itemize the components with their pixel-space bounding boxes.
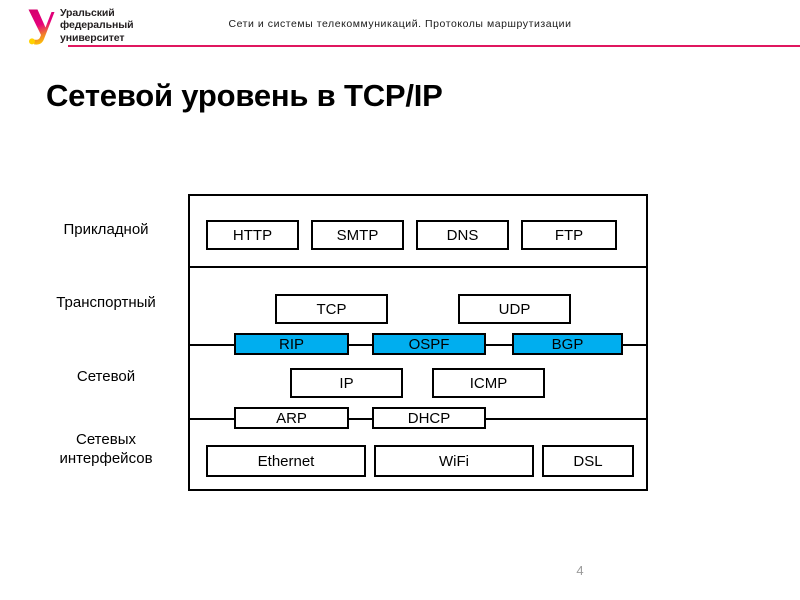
protocol-box-arp[interactable]: ARP xyxy=(234,407,349,429)
layer-label-network: Сетевой xyxy=(76,368,136,385)
protocol-box-wifi[interactable]: WiFi xyxy=(374,445,534,477)
protocol-box-smtp[interactable]: SMTP xyxy=(311,220,404,250)
divider-application-transport xyxy=(190,266,646,268)
protocol-box-http[interactable]: HTTP xyxy=(206,220,299,250)
protocol-box-bgp[interactable]: BGP xyxy=(512,333,623,355)
course-header-title: Сети и системы телекоммуникаций. Протоко… xyxy=(228,18,572,30)
protocol-box-dns[interactable]: DNS xyxy=(416,220,509,250)
protocol-box-ospf[interactable]: OSPF xyxy=(372,333,486,355)
logo-text-line-3: университет xyxy=(60,31,125,44)
tcpip-layer-diagram: Прикладной Транспортный Сетевой Сетевых … xyxy=(30,190,660,500)
layer-label-network-interface-line-1: Сетевых xyxy=(76,431,136,448)
header-divider-rule xyxy=(68,45,800,47)
page-title: Сетевой уровень в TCP/IP xyxy=(46,78,443,113)
layer-label-network-interface-line-2: интерфейсов xyxy=(59,450,153,467)
protocol-box-ftp[interactable]: FTP xyxy=(521,220,617,250)
layer-label-network-interface: Сетевых интерфейсов xyxy=(30,430,182,468)
slide-header: Уральский федеральный университет Сети и… xyxy=(0,0,800,52)
protocol-box-tcp[interactable]: TCP xyxy=(275,294,388,324)
layer-label-transport: Транспортный xyxy=(56,294,156,311)
protocol-box-dsl[interactable]: DSL xyxy=(542,445,634,477)
layer-label-application: Прикладной xyxy=(63,221,149,238)
protocol-box-dhcp[interactable]: DHCP xyxy=(372,407,486,429)
protocol-box-udp[interactable]: UDP xyxy=(458,294,571,324)
protocol-box-ethernet[interactable]: Ethernet xyxy=(206,445,366,477)
protocol-box-ip[interactable]: IP xyxy=(290,368,403,398)
protocol-stack-frame: HTTP SMTP DNS FTP TCP UDP RIP OSPF BGP I… xyxy=(188,194,648,491)
protocol-box-icmp[interactable]: ICMP xyxy=(432,368,545,398)
protocol-box-rip[interactable]: RIP xyxy=(234,333,349,355)
slide-page-number: 4 xyxy=(576,563,584,578)
